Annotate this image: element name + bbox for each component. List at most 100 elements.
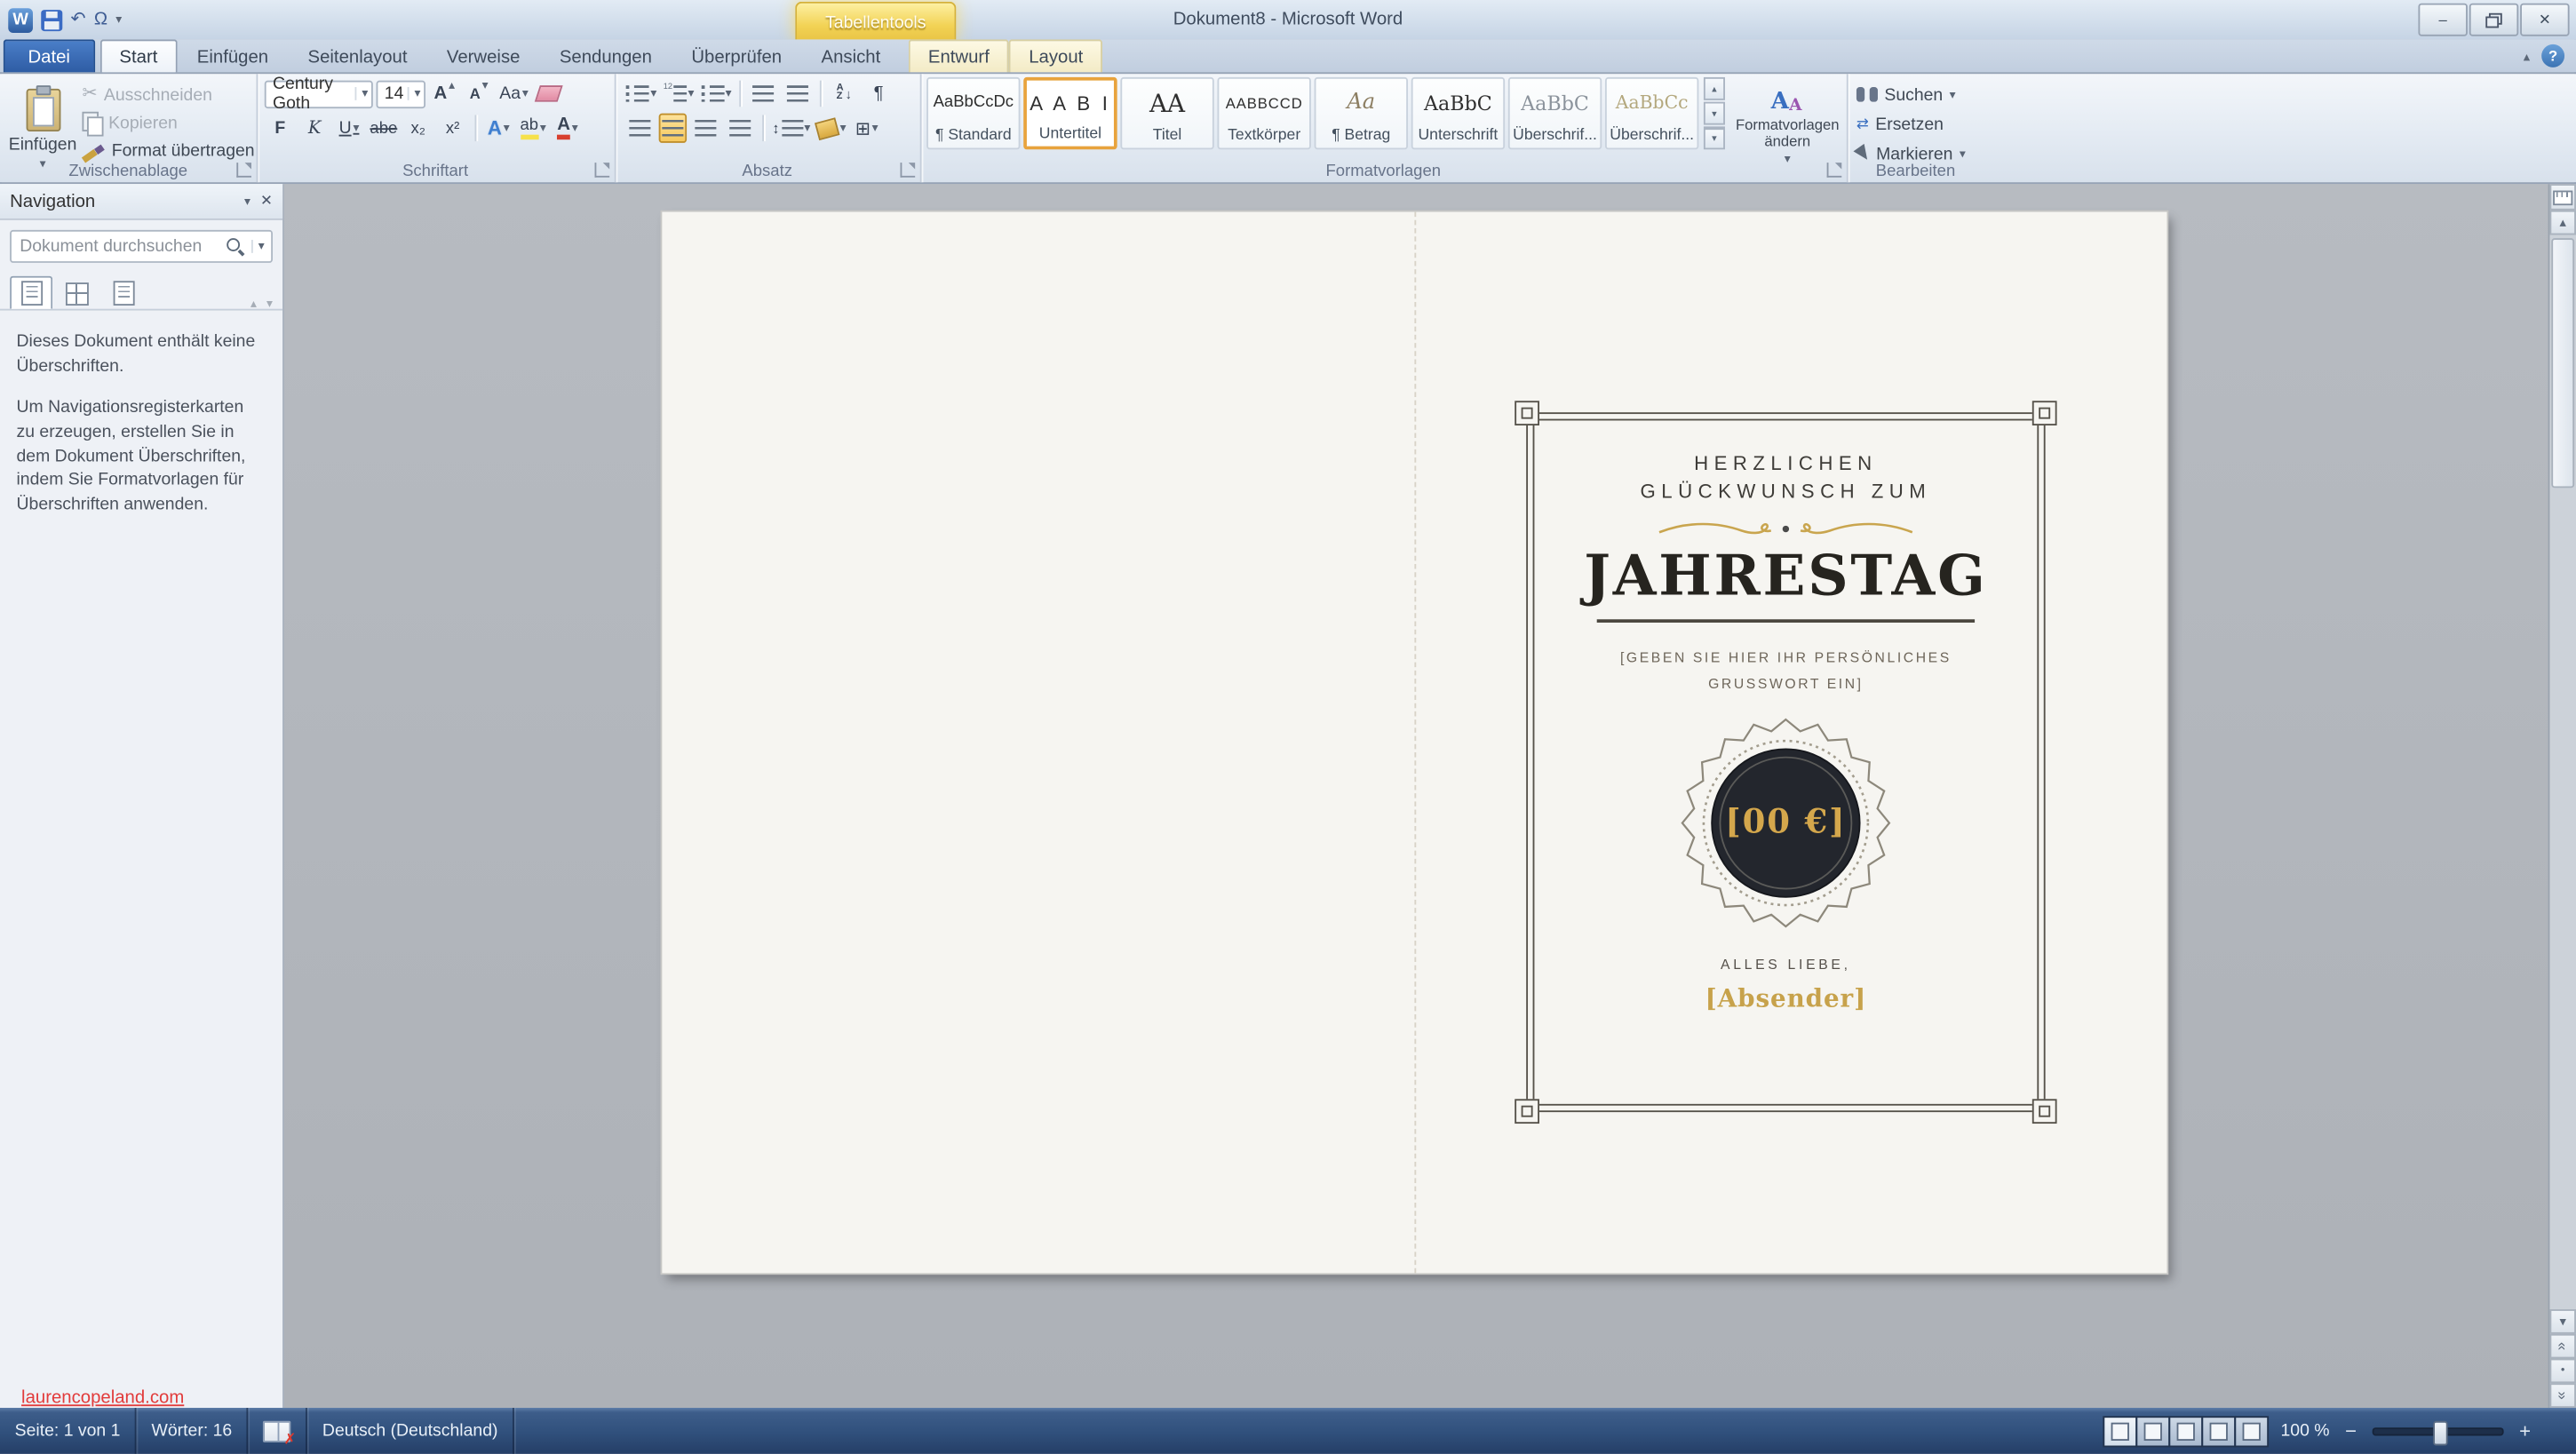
styles-gallery-down-icon[interactable]: ▾ [1704, 102, 1725, 125]
align-right-button[interactable] [690, 114, 721, 143]
show-paragraph-marks-button[interactable]: ¶ [863, 79, 894, 108]
clear-formatting-button[interactable] [533, 79, 564, 108]
view-outline-button[interactable] [2202, 1415, 2237, 1446]
contextual-tab-group-tabellentools[interactable]: Tabellentools [795, 2, 956, 41]
bullets-button[interactable]: ▾ [624, 79, 658, 108]
borders-button[interactable]: ⊞▾ [851, 114, 882, 143]
style-ueberschrift-2[interactable]: AaBbCc Überschrif... [1605, 77, 1698, 149]
multilevel-list-button[interactable]: ▾ [699, 79, 733, 108]
clipboard-dialog-launcher-icon[interactable] [236, 163, 251, 178]
tab-browse-pages[interactable] [56, 276, 99, 309]
format-painter-button[interactable]: Format übertragen [82, 138, 254, 163]
zoom-slider[interactable] [2373, 1426, 2504, 1434]
tab-entwurf[interactable]: Entwurf [909, 39, 1009, 72]
decrease-indent-button[interactable] [748, 79, 779, 108]
card-amount-placeholder[interactable]: [00 €] [1679, 801, 1892, 840]
strikethrough-button[interactable]: abe [368, 114, 399, 143]
scrollbar-thumb[interactable] [2551, 238, 2574, 488]
card-greeting-line2[interactable]: GLÜCKWUNSCH ZUM [1641, 480, 1932, 503]
tab-sendungen[interactable]: Sendungen [540, 39, 672, 72]
underline-button[interactable]: U▾ [333, 114, 364, 143]
styles-gallery-up-icon[interactable]: ▴ [1704, 77, 1725, 100]
card-greeting-line1[interactable]: HERZLICHEN [1694, 452, 1878, 475]
tab-start[interactable]: Start [99, 39, 177, 72]
zoom-level[interactable]: 100 % [2280, 1421, 2329, 1441]
zoom-slider-thumb[interactable] [2433, 1420, 2448, 1445]
style-ueberschrift-1[interactable]: AaBbC Überschrif... [1508, 77, 1602, 149]
close-button[interactable]: ✕ [2520, 4, 2569, 36]
ruler-toggle-button[interactable] [2549, 184, 2576, 211]
find-button[interactable]: Suchen ▾ [1856, 82, 1966, 107]
navigation-pane-dropdown-icon[interactable]: ▾ [244, 195, 250, 208]
tab-ueberpruefen[interactable]: Überprüfen [672, 39, 801, 72]
italic-button[interactable]: K [299, 114, 330, 143]
tab-browse-results[interactable] [102, 276, 145, 309]
qat-customize-dropdown-icon[interactable]: ▾ [115, 13, 122, 26]
help-icon[interactable]: ? [2541, 44, 2564, 68]
zoom-out-icon[interactable]: − [2341, 1419, 2361, 1442]
card-greeting-placeholder[interactable]: [GEBEN SIE HIER IHR PERSÖNLICHES GRUSSWO… [1607, 647, 1965, 697]
text-effects-button[interactable]: A▾ [483, 114, 514, 143]
increase-indent-button[interactable] [783, 79, 814, 108]
style-betrag[interactable]: Aa ¶ Betrag [1315, 77, 1408, 149]
subscript-button[interactable]: x₂ [402, 114, 433, 143]
word-app-icon[interactable]: W [8, 7, 33, 32]
tab-einfuegen[interactable]: Einfügen [178, 39, 289, 72]
font-family-dropdown-icon[interactable]: ▾ [355, 87, 368, 99]
highlight-color-button[interactable]: ab▾ [518, 114, 549, 143]
search-options-dropdown-icon[interactable]: ▾ [251, 240, 264, 252]
search-icon[interactable] [227, 237, 245, 255]
select-browse-object-icon[interactable]: • [2549, 1359, 2576, 1384]
previous-result-icon[interactable]: ▴ [250, 297, 257, 309]
change-styles-button[interactable]: AAA Formatvorlagen ändern ▾ [1731, 77, 1843, 176]
style-untertitel[interactable]: A A B I Untertitel [1023, 77, 1117, 149]
omega-symbol-icon[interactable]: Ω [94, 11, 107, 28]
view-fullscreen-reading-button[interactable] [2136, 1415, 2171, 1446]
shading-button[interactable]: ▾ [815, 114, 848, 143]
replace-button[interactable]: ⇄ Ersetzen [1856, 112, 1966, 137]
view-print-layout-button[interactable] [2103, 1415, 2138, 1446]
scroll-up-icon[interactable]: ▴ [2549, 211, 2576, 235]
tab-browse-headings[interactable] [10, 276, 52, 309]
previous-page-icon[interactable]: « [2549, 1334, 2576, 1359]
tab-seitenlayout[interactable]: Seitenlayout [288, 39, 426, 72]
status-word-count[interactable]: Wörter: 16 [137, 1408, 249, 1454]
style-titel[interactable]: AA Titel [1120, 77, 1213, 149]
next-page-icon[interactable]: » [2549, 1383, 2576, 1408]
copy-button[interactable]: Kopieren [82, 110, 254, 135]
sort-button[interactable]: AZ ↓ [829, 79, 860, 108]
status-proofing[interactable] [249, 1408, 308, 1454]
undo-icon[interactable]: ↶ [71, 11, 86, 28]
navigation-pane-close-icon[interactable]: ✕ [260, 192, 273, 210]
zoom-in-icon[interactable]: + [2516, 1419, 2535, 1442]
tab-datei[interactable]: Datei [4, 39, 95, 72]
view-web-layout-button[interactable] [2169, 1415, 2204, 1446]
font-family-combobox[interactable]: Century Goth ▾ [265, 80, 373, 107]
font-size-dropdown-icon[interactable]: ▾ [408, 87, 420, 99]
line-spacing-button[interactable]: ↕▾ [770, 114, 812, 143]
superscript-button[interactable]: x² [437, 114, 468, 143]
vertical-scrollbar[interactable]: ▴ ▾ « • » [2548, 184, 2576, 1408]
shrink-font-button[interactable]: A▾ [464, 79, 495, 108]
tab-ansicht[interactable]: Ansicht [801, 39, 900, 72]
minimize-button[interactable]: – [2418, 4, 2467, 36]
font-color-button[interactable]: A▾ [552, 114, 583, 143]
bold-button[interactable]: F [265, 114, 296, 143]
styles-dialog-launcher-icon[interactable] [1827, 163, 1842, 178]
card-title[interactable]: JAHRESTAG [1584, 547, 1987, 608]
style-standard[interactable]: AaBbCcDc ¶ Standard [926, 77, 1020, 149]
restore-button[interactable] [2469, 4, 2518, 36]
style-textkoerper[interactable]: AABBCCD Textkörper [1217, 77, 1310, 149]
next-result-icon[interactable]: ▾ [266, 297, 273, 309]
minimize-ribbon-icon[interactable]: ▴ [2524, 49, 2530, 64]
grow-font-button[interactable]: A▴ [429, 79, 460, 108]
align-center-button[interactable] [659, 114, 687, 143]
cut-button[interactable]: ✂ Ausschneiden [82, 82, 254, 107]
scroll-down-icon[interactable]: ▾ [2549, 1309, 2576, 1334]
document-search-input[interactable]: Dokument durchsuchen ▾ [10, 230, 273, 263]
align-left-button[interactable] [624, 114, 656, 143]
justify-button[interactable] [725, 114, 756, 143]
card-closing[interactable]: ALLES LIEBE, [1721, 956, 1851, 972]
tab-verweise[interactable]: Verweise [427, 39, 540, 72]
styles-gallery-more-icon[interactable]: ▾ [1704, 126, 1725, 149]
